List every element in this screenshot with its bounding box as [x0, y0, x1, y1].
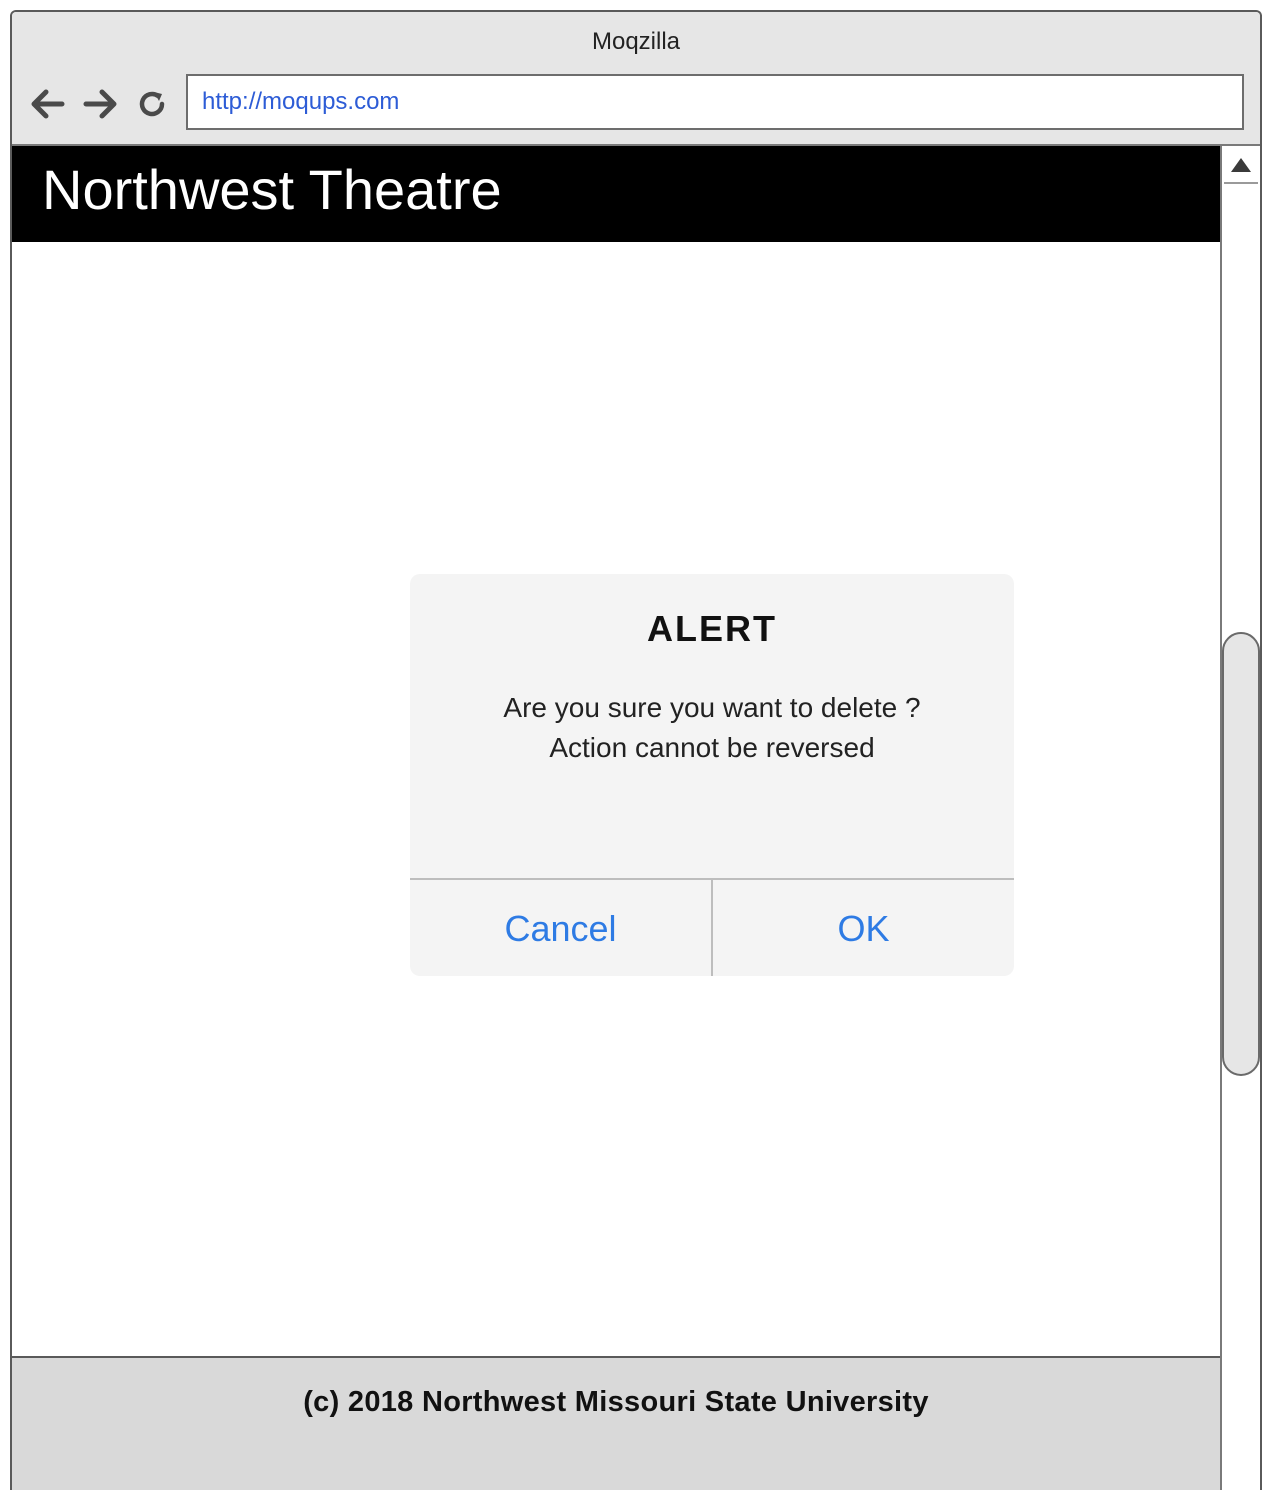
- window-title: Moqzilla: [591, 28, 681, 55]
- browser-window: Moqzilla Northwest Theatre ALERT Are you…: [10, 10, 1262, 1490]
- scroll-up-button[interactable]: [1224, 148, 1258, 184]
- arrow-right-icon: [83, 89, 117, 119]
- back-button[interactable]: [28, 84, 68, 124]
- cancel-button[interactable]: Cancel: [410, 880, 713, 976]
- arrow-left-icon: [31, 89, 65, 119]
- alert-message-line1: Are you sure you want to delete ?: [503, 692, 921, 723]
- page-viewport: Northwest Theatre ALERT Are you sure you…: [12, 146, 1222, 1490]
- alert-actions: Cancel OK: [410, 878, 1014, 976]
- alert-title: ALERT: [647, 608, 777, 649]
- scroll-thumb[interactable]: [1222, 632, 1260, 1076]
- reload-button[interactable]: [132, 84, 172, 124]
- reload-icon: [139, 91, 165, 117]
- triangle-up-icon: [1231, 158, 1251, 172]
- site-title: Northwest Theatre: [42, 158, 502, 221]
- alert-dialog: ALERT Are you sure you want to delete ? …: [410, 574, 1014, 976]
- ok-button[interactable]: OK: [713, 880, 1014, 976]
- browser-chrome: Moqzilla: [12, 12, 1260, 146]
- footer-copyright: (c) 2018 Northwest Missouri State Univer…: [303, 1386, 929, 1418]
- vertical-scrollbar[interactable]: [1222, 146, 1260, 1490]
- forward-button[interactable]: [80, 84, 120, 124]
- address-bar-input[interactable]: [186, 74, 1244, 130]
- site-footer: (c) 2018 Northwest Missouri State Univer…: [12, 1356, 1220, 1490]
- alert-message-line2: Action cannot be reversed: [549, 732, 875, 763]
- site-header: Northwest Theatre: [12, 146, 1220, 242]
